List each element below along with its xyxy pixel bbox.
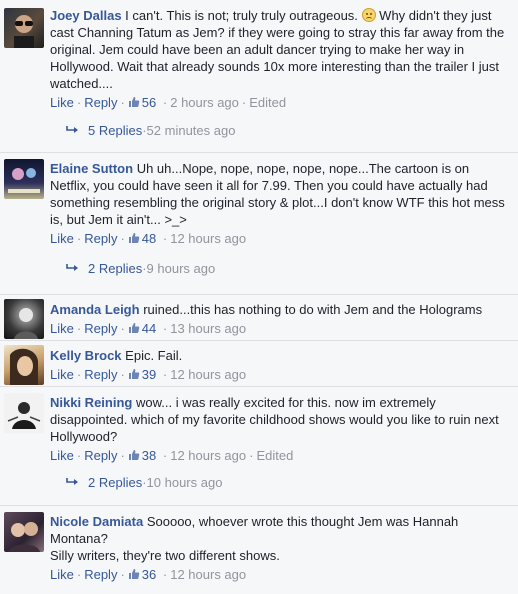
thumbs-up-icon — [128, 233, 140, 243]
reply-arrow-icon — [66, 478, 78, 485]
replies-timestamp: 9 hours ago — [146, 261, 216, 276]
comment-timestamp[interactable]: 12 hours ago — [170, 448, 246, 463]
like-link[interactable]: Like — [50, 367, 74, 382]
avatar[interactable] — [4, 393, 44, 433]
view-replies-link[interactable]: 2 Replies — [88, 475, 142, 490]
reply-link[interactable]: Reply — [84, 231, 117, 246]
comment-author[interactable]: Joey Dallas — [50, 8, 122, 23]
reply-arrow-icon — [66, 126, 78, 133]
replies-row: 5 Replies·52 minutes ago — [66, 123, 235, 138]
like-count[interactable]: 39 — [142, 367, 156, 382]
comment-actions: Like · Reply · 44 · 13 hours ago — [50, 321, 247, 336]
like-link[interactable]: Like — [50, 567, 74, 582]
like-link[interactable]: Like — [50, 95, 74, 110]
like-count[interactable]: 48 — [142, 231, 156, 246]
comment-timestamp[interactable]: 12 hours ago — [170, 567, 246, 582]
comment-actions: Like · Reply · 48 · 12 hours ago — [50, 231, 247, 246]
comment-author[interactable]: Kelly Brock — [50, 348, 122, 363]
avatar[interactable] — [4, 345, 44, 385]
avatar[interactable] — [4, 512, 44, 552]
comment-author[interactable]: Amanda Leigh — [50, 302, 140, 317]
like-link[interactable]: Like — [50, 448, 74, 463]
comment-amanda-leigh: Amanda Leigh ruined...this has nothing t… — [0, 295, 518, 339]
reply-link[interactable]: Reply — [84, 367, 117, 382]
comment-elaine-sutton: Elaine Sutton Uh uh...Nope, nope, nope, … — [0, 153, 518, 293]
replies-timestamp: 52 minutes ago — [146, 123, 236, 138]
like-count[interactable]: 36 — [142, 567, 156, 582]
like-count[interactable]: 56 — [142, 95, 156, 110]
thumbs-up-icon — [128, 450, 140, 460]
avatar[interactable] — [4, 159, 44, 199]
comment-text: I can't. This is not; truly truly outrag… — [125, 8, 358, 23]
comment-feed: Joey Dallas I can't. This is not; truly … — [0, 0, 518, 594]
comment-text-line-2: Silly writers, they're two different sho… — [50, 548, 280, 563]
thumbs-up-icon — [128, 369, 140, 379]
comment-actions: Like · Reply · 56 · 2 hours ago · Edited — [50, 95, 287, 110]
comment-actions: Like · Reply · 38 · 12 hours ago · Edited — [50, 448, 294, 463]
edited-label[interactable]: Edited — [249, 95, 286, 110]
comment-timestamp[interactable]: 13 hours ago — [170, 321, 246, 336]
frown-emoji-icon — [361, 8, 376, 22]
comment-joey-dallas: Joey Dallas I can't. This is not; truly … — [0, 0, 518, 150]
comment-timestamp[interactable]: 2 hours ago — [170, 95, 239, 110]
reply-link[interactable]: Reply — [84, 95, 117, 110]
comment-author[interactable]: Elaine Sutton — [50, 161, 133, 176]
like-count[interactable]: 44 — [142, 321, 156, 336]
comment-timestamp[interactable]: 12 hours ago — [170, 367, 246, 382]
replies-timestamp: 10 hours ago — [146, 475, 223, 490]
thumbs-up-icon — [128, 323, 140, 333]
comment-text: ruined...this has nothing to do with Jem… — [143, 302, 483, 317]
comment-timestamp[interactable]: 12 hours ago — [170, 231, 246, 246]
comment-nicole-damiata: Nicole Damiata Sooooo, whoever wrote thi… — [0, 506, 518, 594]
comment-nikki-reining: Nikki Reining wow... i was really excite… — [0, 387, 518, 503]
reply-arrow-icon — [66, 264, 78, 271]
replies-row: 2 Replies·10 hours ago — [66, 475, 222, 490]
like-link[interactable]: Like — [50, 231, 74, 246]
avatar[interactable] — [4, 8, 44, 48]
thumbs-up-icon — [128, 97, 140, 107]
comment-actions: Like · Reply · 39 · 12 hours ago — [50, 367, 247, 382]
comment-actions: Like · Reply · 36 · 12 hours ago — [50, 567, 247, 582]
avatar[interactable] — [4, 299, 44, 339]
comment-author[interactable]: Nikki Reining — [50, 395, 132, 410]
edited-label[interactable]: Edited — [256, 448, 293, 463]
reply-link[interactable]: Reply — [84, 448, 117, 463]
reply-link[interactable]: Reply — [84, 321, 117, 336]
comment-author[interactable]: Nicole Damiata — [50, 514, 143, 529]
comment-kelly-brock: Kelly Brock Epic. Fail. Like · Reply · 39 · 1… — [0, 341, 518, 385]
reply-link[interactable]: Reply — [84, 567, 117, 582]
view-replies-link[interactable]: 2 Replies — [88, 261, 142, 276]
comment-text: Epic. Fail. — [125, 348, 183, 363]
like-count[interactable]: 38 — [142, 448, 156, 463]
replies-row: 2 Replies·9 hours ago — [66, 261, 215, 276]
thumbs-up-icon — [128, 569, 140, 579]
view-replies-link[interactable]: 5 Replies — [88, 123, 142, 138]
like-link[interactable]: Like — [50, 321, 74, 336]
